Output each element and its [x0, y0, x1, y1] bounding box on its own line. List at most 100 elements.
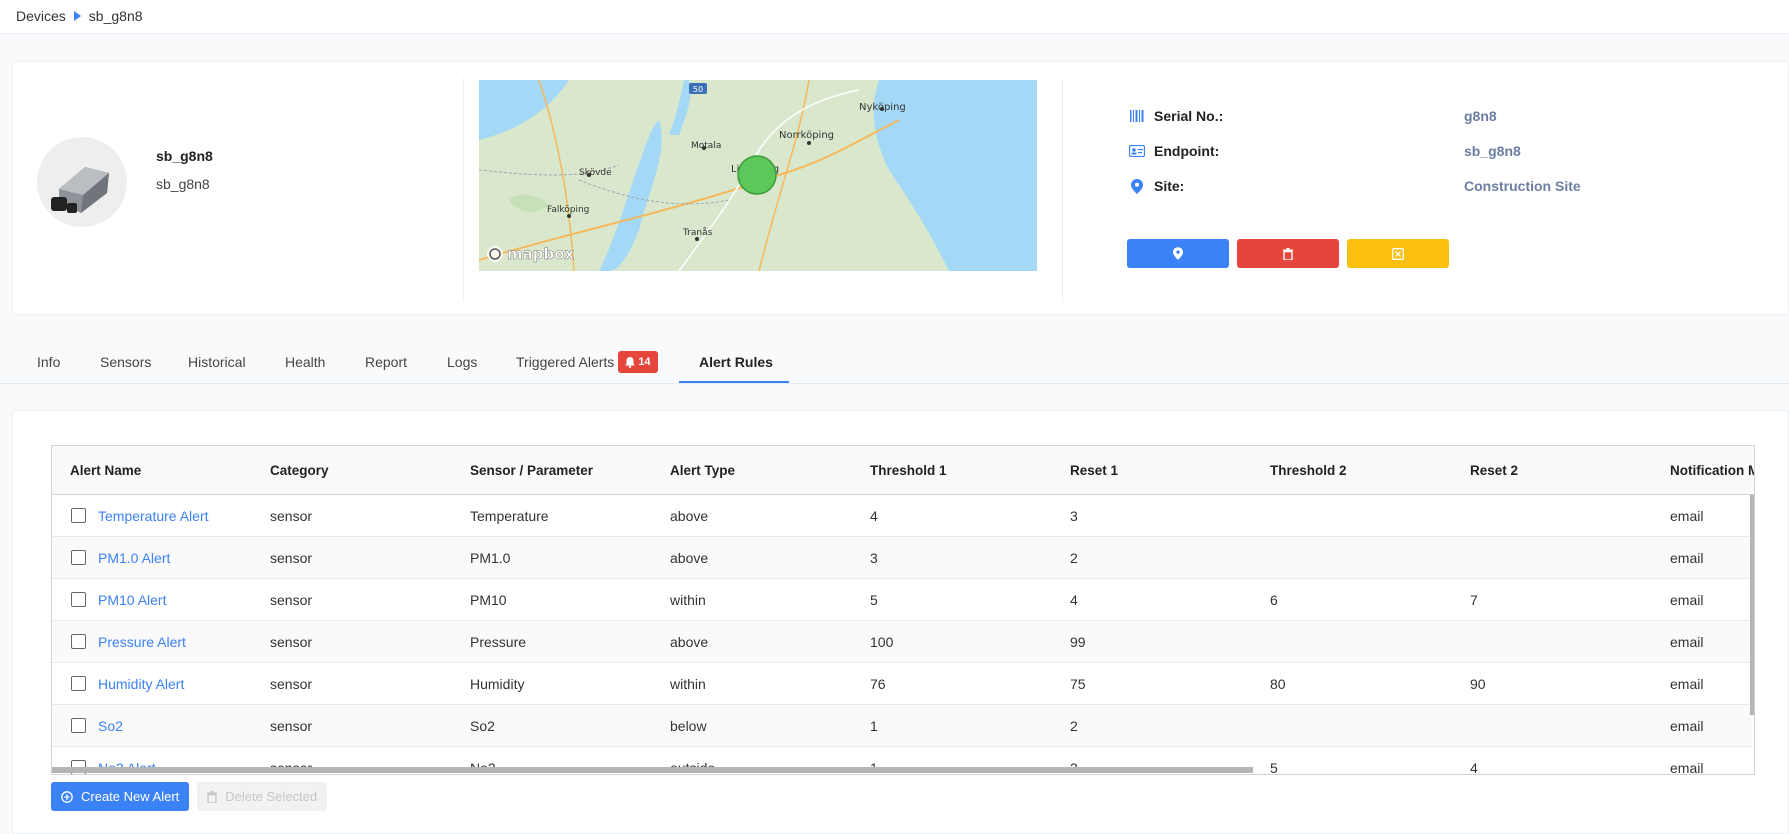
table-cell: So2: [470, 717, 495, 734]
row-checkbox[interactable]: [71, 508, 86, 523]
device-map[interactable]: 50 Nyköping Norrköping Motala Skövde Lin…: [479, 80, 1037, 271]
bell-icon: [625, 356, 636, 368]
table-cell: 7: [1470, 591, 1478, 608]
col-alert-type[interactable]: Alert Type: [670, 446, 735, 495]
table-cell: 2: [1070, 717, 1078, 734]
delete-selected-label: Delete Selected: [225, 789, 318, 804]
top-bar: [0, 0, 1789, 34]
col-threshold-1[interactable]: Threshold 1: [870, 446, 947, 495]
mapbox-logo: mapbox: [507, 245, 575, 263]
table-cell: 99: [1070, 633, 1086, 650]
alert-name-link[interactable]: Humidity Alert: [98, 663, 184, 704]
table-cell: email: [1670, 591, 1704, 608]
device-card: sb_g8n8 sb_g8n8 50 Nyköping Norrköping M…: [12, 61, 1789, 315]
table-cell: 80: [1270, 675, 1286, 692]
map-container: 50 Nyköping Norrköping Motala Skövde Lin…: [463, 78, 1063, 302]
table-cell: PM1.0: [470, 549, 511, 566]
table-cell: email: [1670, 549, 1704, 566]
col-sensor-parameter[interactable]: Sensor / Parameter: [470, 446, 593, 495]
table-cell: 6: [1270, 591, 1278, 608]
row-checkbox[interactable]: [71, 676, 86, 691]
alert-rules-table: Alert Name Category Sensor / Parameter A…: [51, 445, 1755, 775]
site-value: Construction Site: [1464, 178, 1581, 194]
map-pin-icon: [1128, 178, 1146, 194]
tab-historical[interactable]: Historical: [188, 340, 246, 384]
row-checkbox[interactable]: [71, 592, 86, 607]
table-cell: 4: [870, 507, 878, 524]
col-alert-name[interactable]: Alert Name: [70, 446, 141, 495]
delete-selected-button[interactable]: Delete Selected: [197, 782, 328, 811]
table-cell: 100: [870, 633, 894, 650]
table-cell: above: [670, 507, 709, 524]
vertical-scrollbar[interactable]: [1750, 495, 1754, 715]
serial-label: Serial No.:: [1154, 108, 1224, 124]
barcode-icon: [1128, 108, 1146, 124]
table-cell: 2: [1070, 549, 1078, 566]
map-road-shield: 50: [693, 85, 703, 94]
tab-sensors[interactable]: Sensors: [100, 340, 151, 384]
site-row: Site: Construction Site: [1128, 176, 1728, 196]
tab-report[interactable]: Report: [365, 340, 407, 384]
map-label-skovde: Skövde: [579, 168, 612, 178]
plus-circle-icon: [61, 790, 73, 803]
alert-name-link[interactable]: Temperature Alert: [98, 495, 209, 536]
close-box-icon: [1392, 247, 1404, 260]
table-cell: within: [670, 675, 706, 692]
col-category[interactable]: Category: [270, 446, 329, 495]
table-cell: 3: [1070, 507, 1078, 524]
table-cell: email: [1670, 759, 1704, 775]
table-row[interactable]: PM10 Alert sensor PM10 within 5 4 6 7 email: [52, 579, 1752, 621]
trash-icon: [207, 790, 218, 803]
device-actions: [1127, 239, 1449, 268]
table-row[interactable]: Pressure Alert sensor Pressure above 100 99 em…: [52, 621, 1752, 663]
deactivate-button[interactable]: [1347, 239, 1449, 268]
device-name: sb_g8n8: [156, 148, 213, 164]
row-checkbox[interactable]: [71, 634, 86, 649]
col-threshold-2[interactable]: Threshold 2: [1270, 446, 1347, 495]
horizontal-scrollbar[interactable]: [52, 767, 1253, 773]
alert-name-link[interactable]: PM1.0 Alert: [98, 537, 170, 578]
table-cell: 5: [870, 591, 878, 608]
table-cell: sensor: [270, 717, 313, 734]
endpoint-label: Endpoint:: [1154, 143, 1220, 159]
alert-name-link[interactable]: PM10 Alert: [98, 579, 166, 620]
table-row[interactable]: So2 sensor So2 below 1 2 email: [52, 705, 1752, 747]
endpoint-row: Endpoint: sb_g8n8: [1128, 141, 1728, 161]
alert-name-link[interactable]: So2: [98, 705, 123, 746]
breadcrumb: Devices sb_g8n8: [16, 8, 143, 24]
table-row[interactable]: Temperature Alert sensor Temperature above 4…: [52, 495, 1752, 537]
serial-value: g8n8: [1464, 108, 1497, 124]
triggered-alerts-badge: 14: [618, 351, 658, 373]
tab-triggered-alerts[interactable]: Triggered Alerts 14: [516, 340, 658, 384]
alert-name-link[interactable]: Pressure Alert: [98, 621, 186, 662]
table-cell: Humidity: [470, 675, 525, 692]
device-location-marker[interactable]: [737, 155, 777, 195]
table-cell: email: [1670, 633, 1704, 650]
create-new-alert-label: Create New Alert: [81, 789, 180, 804]
breadcrumb-devices-link[interactable]: Devices: [16, 8, 66, 24]
map-label-motala: Motala: [691, 141, 721, 151]
id-card-icon: [1128, 143, 1146, 159]
table-cell: sensor: [270, 507, 313, 524]
row-checkbox[interactable]: [71, 550, 86, 565]
tab-alert-rules[interactable]: Alert Rules: [699, 340, 773, 384]
tab-info[interactable]: Info: [37, 340, 60, 384]
create-new-alert-button[interactable]: Create New Alert: [51, 782, 190, 811]
table-cell: 90: [1470, 675, 1486, 692]
tab-logs[interactable]: Logs: [447, 340, 477, 384]
col-notification-method[interactable]: Notification M: [1670, 446, 1754, 495]
endpoint-value: sb_g8n8: [1464, 143, 1521, 159]
delete-device-button[interactable]: [1237, 239, 1339, 268]
row-checkbox[interactable]: [71, 718, 86, 733]
table-cell: email: [1670, 717, 1704, 734]
table-cell: 5: [1270, 759, 1278, 775]
device-subtitle: sb_g8n8: [156, 176, 210, 192]
table-cell: sensor: [270, 591, 313, 608]
tab-health[interactable]: Health: [285, 340, 325, 384]
table-row[interactable]: Humidity Alert sensor Humidity within 76 75 80…: [52, 663, 1752, 705]
col-reset-1[interactable]: Reset 1: [1070, 446, 1118, 495]
locate-button[interactable]: [1127, 239, 1229, 268]
col-reset-2[interactable]: Reset 2: [1470, 446, 1518, 495]
table-row[interactable]: PM1.0 Alert sensor PM1.0 above 3 2 email: [52, 537, 1752, 579]
breadcrumb-caret-icon: [73, 11, 81, 21]
